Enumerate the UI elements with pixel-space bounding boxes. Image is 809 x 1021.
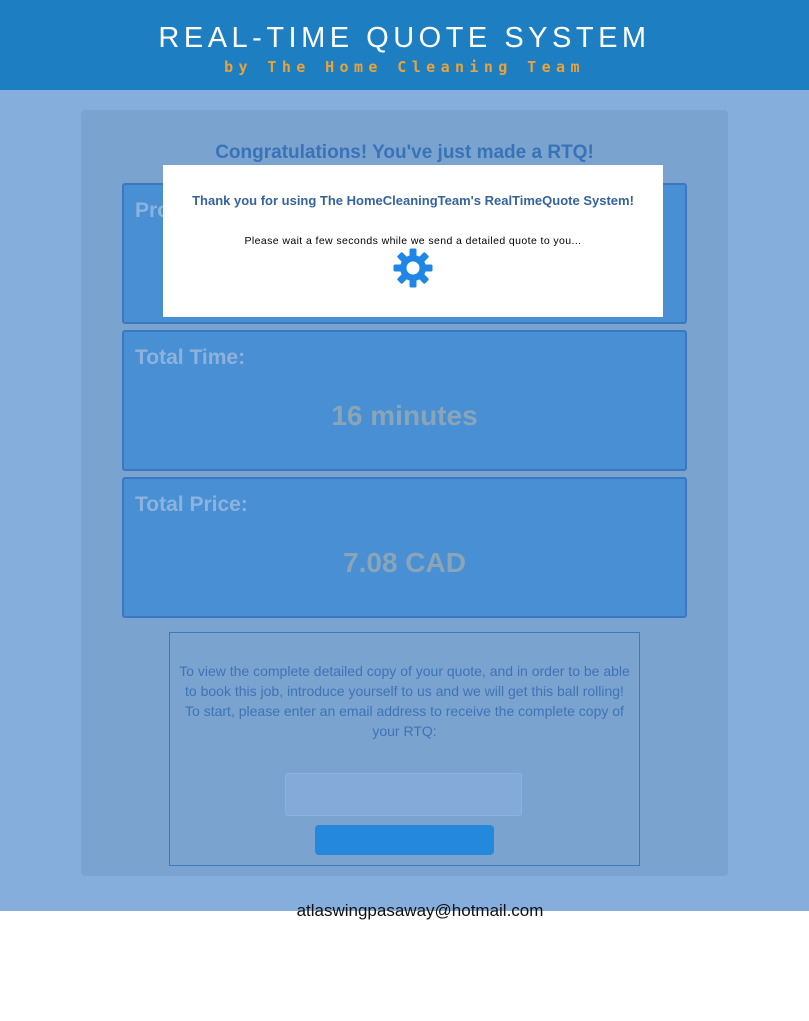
instruction-line-2: to book this job, introduce yourself to … bbox=[185, 683, 624, 699]
total-price-box: Total Price: 7.08 CAD bbox=[122, 477, 687, 618]
total-time-value: 16 minutes bbox=[331, 400, 478, 431]
total-price-value: 7.08 CAD bbox=[343, 547, 466, 578]
app-subtitle: by The Home Cleaning Team bbox=[224, 58, 585, 76]
total-price-label: Total Price: bbox=[135, 493, 248, 516]
total-time-box: Total Time: 16 minutes bbox=[122, 330, 687, 471]
loading-modal: Thank you for using The HomeCleaningTeam… bbox=[163, 165, 663, 317]
app-title: REAL-TIME QUOTE SYSTEM bbox=[158, 22, 651, 54]
email-input[interactable] bbox=[285, 773, 522, 816]
gear-icon bbox=[393, 248, 433, 288]
modal-title: Thank you for using The HomeCleaningTeam… bbox=[192, 193, 634, 208]
send-quote-button[interactable] bbox=[315, 825, 494, 855]
header: REAL-TIME QUOTE SYSTEM by The Home Clean… bbox=[0, 0, 809, 90]
footer-email: atlaswingpasaway@hotmail.com bbox=[296, 901, 544, 920]
email-section: To view the complete detailed copy of yo… bbox=[169, 632, 640, 866]
instruction-line-1: To view the complete detailed copy of yo… bbox=[179, 663, 630, 679]
modal-wait-message: Please wait a few seconds while we send … bbox=[244, 235, 582, 247]
email-instructions: To view the complete detailed copy of yo… bbox=[178, 661, 631, 741]
instruction-line-3: To start, please enter an email address … bbox=[185, 703, 624, 739]
total-time-label: Total Time: bbox=[135, 346, 246, 369]
congrats-heading: Congratulations! You've just made a RTQ! bbox=[215, 142, 594, 163]
